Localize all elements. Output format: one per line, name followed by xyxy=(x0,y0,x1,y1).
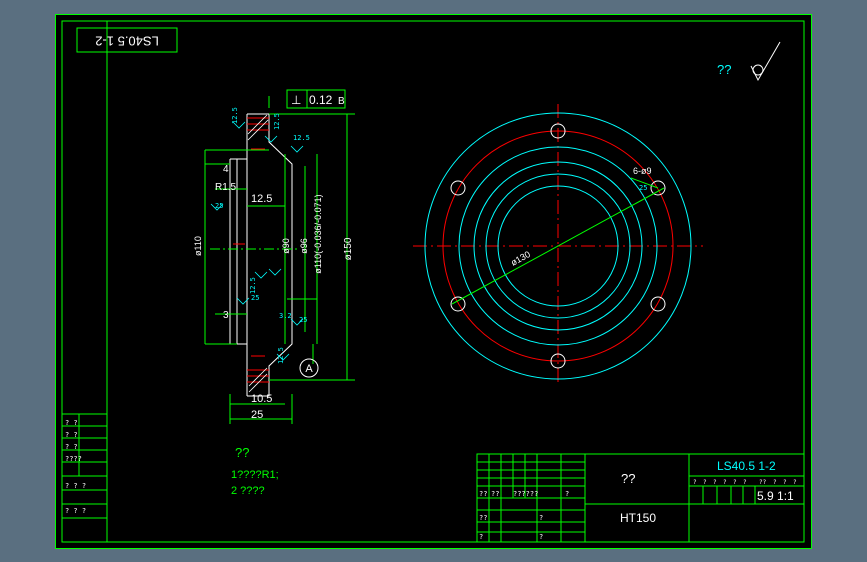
pcd-label: ø130 xyxy=(509,249,532,268)
rough-mark-2: 12.5 xyxy=(273,113,281,130)
tb-header-7: ?? xyxy=(759,479,767,486)
scale-text: 5.9 1:1 xyxy=(757,489,794,503)
tb-header-6: ? xyxy=(743,479,747,486)
fcf-tolerance: 0.12 xyxy=(309,93,333,107)
notes-line-2: 2 ???? xyxy=(231,485,265,497)
dim-d96: ø96 xyxy=(299,238,309,254)
drawing-number: LS40.5 1-2 xyxy=(717,459,776,473)
tb-left-3: ?????? xyxy=(513,490,538,498)
dim-12-5: 12.5 xyxy=(251,193,272,205)
fcf-datum: B xyxy=(338,96,345,107)
strip-cell-4: ???? xyxy=(65,455,82,463)
tb-left-6: ? xyxy=(539,514,543,522)
stamp-code: LS40.5 1-2 xyxy=(95,34,159,49)
datum-label: A xyxy=(305,363,313,375)
holes-rough-mark: 25 xyxy=(639,184,647,192)
drawing-sheet: LS40.5 1-2 ?? ? ? ? ? ? ? ???? ? ? ? ? ?… xyxy=(55,14,812,549)
tb-left-8: ? xyxy=(539,533,543,541)
holes-label: 6-ø9 xyxy=(633,166,652,176)
notes-line-1: 1????R1; xyxy=(231,469,279,481)
tb-header-5: ? xyxy=(733,479,737,486)
rough-mark-9: 12.5 xyxy=(277,347,285,364)
tb-left-1: ?? xyxy=(479,490,487,498)
tb-header-1: ? xyxy=(693,479,697,486)
tb-header-9: ? xyxy=(783,479,787,486)
dim-d90: ø90 xyxy=(281,238,291,254)
rough-mark-7: 3.2 xyxy=(279,312,292,320)
dim-10-5: 10.5 xyxy=(251,393,272,405)
tb-left-5: ?? xyxy=(479,514,487,522)
tb-header-10: ? xyxy=(793,479,797,486)
strip-cell-2: ? ? xyxy=(65,431,78,439)
fcf-symbol: ⊥ xyxy=(291,93,301,107)
rough-mark-5: 12.5 xyxy=(249,277,257,294)
roughness-check-icon xyxy=(750,41,781,82)
tb-left-4: ? xyxy=(565,490,569,498)
dim-d110: ø110 xyxy=(193,236,203,256)
tb-header-8: ? xyxy=(773,479,777,486)
tb-header-4: ? xyxy=(723,479,727,486)
dim-d110-fit: ø110(-0.036/-0.071) xyxy=(313,194,323,273)
dim-chamfer: 4 xyxy=(223,164,229,175)
outer-frame xyxy=(55,14,812,549)
rough-mark-1: 12.5 xyxy=(231,107,239,124)
dim-d150: ø150 xyxy=(343,237,354,260)
tb-left-7: ? xyxy=(479,533,483,541)
tb-header-2: ? xyxy=(703,479,707,486)
rough-mark-6: 25 xyxy=(251,294,259,302)
section-view: ⊥ 0.12 B A 12.5 12.5 12.5 25 12.5 25 3.2… xyxy=(193,89,355,424)
tb-header-3: ? xyxy=(713,479,717,486)
plan-view: ø130 6-ø9 25 xyxy=(413,104,703,386)
rough-mark-3: 12.5 xyxy=(293,134,310,142)
drawing-canvas: LS40.5 1-2 ?? ? ? ? ? ? ? ???? ? ? ? ? ?… xyxy=(55,14,812,549)
dim-small-3: 3 xyxy=(223,310,229,321)
material: HT150 xyxy=(620,511,656,525)
inner-frame xyxy=(61,20,805,543)
tb-left-2: ?? xyxy=(491,490,499,498)
strip-cell-6: ? ? ? xyxy=(65,507,86,515)
strip-cell-5: ? ? ? xyxy=(65,482,86,490)
strip-cell-1: ? ? xyxy=(65,419,78,427)
notes-title: ?? xyxy=(235,445,249,460)
dim-25: 25 xyxy=(251,409,263,421)
rough-mark-8: 25 xyxy=(299,316,307,324)
rough-mark-4: 25 xyxy=(215,202,223,210)
part-name: ?? xyxy=(621,471,635,486)
dim-radius: R1.5 xyxy=(215,182,237,193)
strip-cell-3: ? ? xyxy=(65,443,78,451)
roughness-general-text: ?? xyxy=(717,62,731,77)
